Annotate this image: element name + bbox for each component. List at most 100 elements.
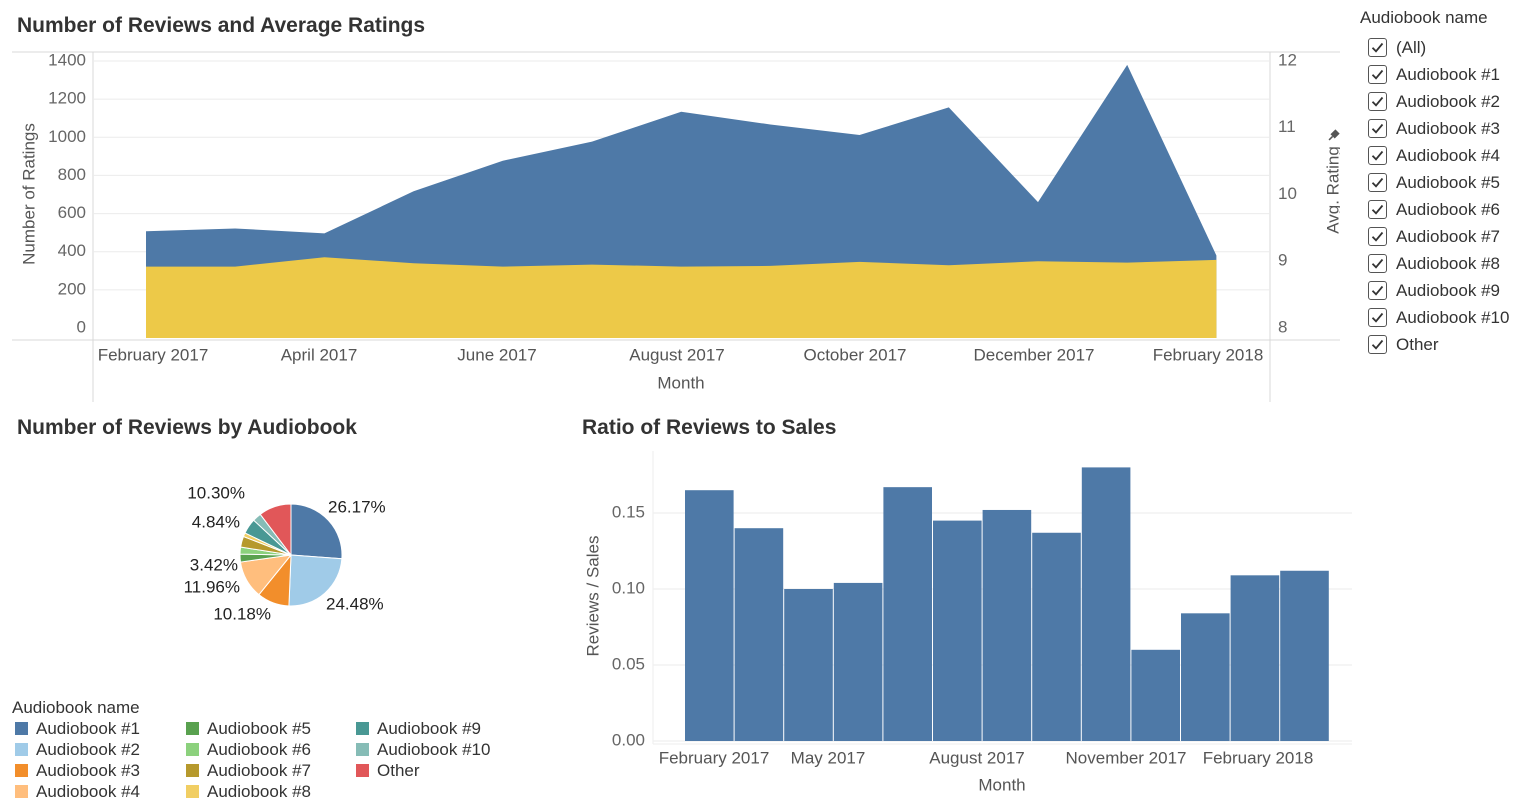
legend-item[interactable]: Audiobook #9 [353,718,523,739]
legend-item-label: Other [377,760,420,780]
bar-x-tick-label: February 2017 [659,748,770,767]
legend-item-label: Audiobook #3 [36,760,140,780]
legend-item-label: Audiobook #10 [377,739,491,759]
filter-checkbox[interactable] [1368,92,1387,111]
filter-checkbox[interactable] [1368,308,1387,327]
filter-item[interactable]: Audiobook #1 [1368,61,1533,88]
reviews-ratings-area-chart[interactable]: 0 200 400 600 800 1000 1200 1400 8 9 10 11 12 Februar… [0,0,1340,405]
y2-tick-label: 10 [1278,184,1297,203]
filter-item[interactable]: Other [1368,331,1533,358]
pie-slice-label: 3.42% [190,555,238,574]
filter-checkbox[interactable] [1368,335,1387,354]
filter-item[interactable]: Audiobook #5 [1368,169,1533,196]
filter-item-label: Audiobook #8 [1396,253,1500,273]
filter-checkbox[interactable] [1368,119,1387,138]
filter-item[interactable]: Audiobook #4 [1368,142,1533,169]
bar-y-tick-label: 0.05 [612,654,645,673]
pie-slice-label: 24.48% [326,594,384,613]
bar[interactable] [784,589,833,741]
pie-slice-label: 11.96% [184,577,240,596]
bar[interactable] [883,487,932,741]
legend-title: Audiobook name [12,698,140,717]
filter-item-label: Audiobook #5 [1396,172,1500,192]
filter-checkbox[interactable] [1368,173,1387,192]
filter-checkbox[interactable] [1368,146,1387,165]
bar[interactable] [1081,467,1131,741]
reviews-by-audiobook-pie-chart[interactable]: 26.17% 24.48% 10.18% 11.96% 3.42% 4.84% 10.30% [150,470,450,630]
bar[interactable] [685,490,734,741]
x-tick-label: October 2017 [803,345,906,364]
filter-item-label: Audiobook #4 [1396,145,1500,165]
filter-item[interactable]: Audiobook #8 [1368,250,1533,277]
legend-item-label: Audiobook #9 [377,718,481,738]
legend-item-label: Audiobook #4 [36,781,140,801]
filter-checkbox[interactable] [1368,227,1387,246]
bar[interactable] [1230,575,1280,741]
x-tick-label: August 2017 [629,345,724,364]
checkmark-icon [1371,312,1384,323]
legend-item[interactable]: Audiobook #4 [12,781,183,802]
y-tick-label: 0 [77,317,86,336]
bar[interactable] [734,528,784,741]
filter-item-label: Audiobook #9 [1396,280,1500,300]
legend-item-label: Audiobook #1 [36,718,140,738]
filter-item[interactable]: Audiobook #3 [1368,115,1533,142]
y2-tick-label: 11 [1278,117,1296,136]
legend-item[interactable]: Audiobook #6 [183,739,353,760]
bar[interactable] [1181,613,1230,741]
filter-checkbox[interactable] [1368,38,1387,57]
y-tick-label: 800 [58,165,86,184]
legend-item[interactable]: Audiobook #3 [12,760,183,781]
legend-item[interactable]: Audiobook #7 [183,760,353,781]
legend-item[interactable]: Audiobook #1 [12,718,183,739]
bar[interactable] [982,509,1032,741]
y-tick-label: 1000 [48,127,86,146]
legend-swatch [356,722,369,735]
filter-item[interactable]: Audiobook #9 [1368,277,1533,304]
filter-checkbox[interactable] [1368,281,1387,300]
filter-item-label: Audiobook #1 [1396,64,1500,84]
bar-y-tick-label: 0.00 [612,730,645,749]
filter-item-label: (All) [1396,37,1427,57]
bar-x-axis-title: Month [978,775,1025,794]
filter-checkbox[interactable] [1368,65,1387,84]
filter-item[interactable]: (All) [1368,34,1533,61]
legend-swatch [186,764,199,777]
filter-item-label: Audiobook #6 [1396,199,1500,219]
x-tick-label: February 2018 [1153,345,1264,364]
filter-item[interactable]: Audiobook #10 [1368,304,1533,331]
filter-item[interactable]: Audiobook #7 [1368,223,1533,250]
bar-y-tick-label: 0.15 [612,502,645,521]
checkmark-icon [1371,123,1384,134]
legend-item[interactable]: Audiobook #10 [353,739,523,760]
bar[interactable] [833,582,883,741]
legend-item-label: Audiobook #8 [207,781,311,801]
filter-item[interactable]: Audiobook #6 [1368,196,1533,223]
checkmark-icon [1371,339,1384,350]
bar[interactable] [1131,649,1180,741]
legend-grid: Audiobook #1 Audiobook #2 Audiobook #3 Audi… [12,718,572,802]
bar[interactable] [933,520,982,741]
filter-item[interactable]: Audiobook #2 [1368,88,1533,115]
pie-slice-label: 10.30% [187,483,245,502]
legend-swatch [186,743,199,756]
legend-item[interactable]: Audiobook #5 [183,718,353,739]
filter-item-label: Audiobook #7 [1396,226,1500,246]
checkmark-icon [1371,258,1384,269]
filter-item-label: Audiobook #3 [1396,118,1500,138]
legend-item[interactable]: Audiobook #8 [183,781,353,802]
bar[interactable] [1032,532,1081,741]
legend-item[interactable]: Audiobook #2 [12,739,183,760]
bar-chart-title: Ratio of Reviews to Sales [582,416,837,439]
filter-item-label: Other [1396,334,1439,354]
avg-rating-area-series[interactable] [146,257,1217,338]
legend-swatch [186,722,199,735]
bar[interactable] [1280,570,1329,741]
legend-item[interactable]: Other [353,760,523,781]
filter-checkbox[interactable] [1368,254,1387,273]
y-axis-title: Number of Ratings [19,123,38,265]
filter-checkbox[interactable] [1368,200,1387,219]
bar-x-tick-label: May 2017 [791,748,866,767]
y-tick-label: 400 [58,241,86,260]
reviews-sales-ratio-bar-chart[interactable]: 0.00 0.05 0.10 0.15 February 2017 May 2017 Aug… [575,445,1375,808]
